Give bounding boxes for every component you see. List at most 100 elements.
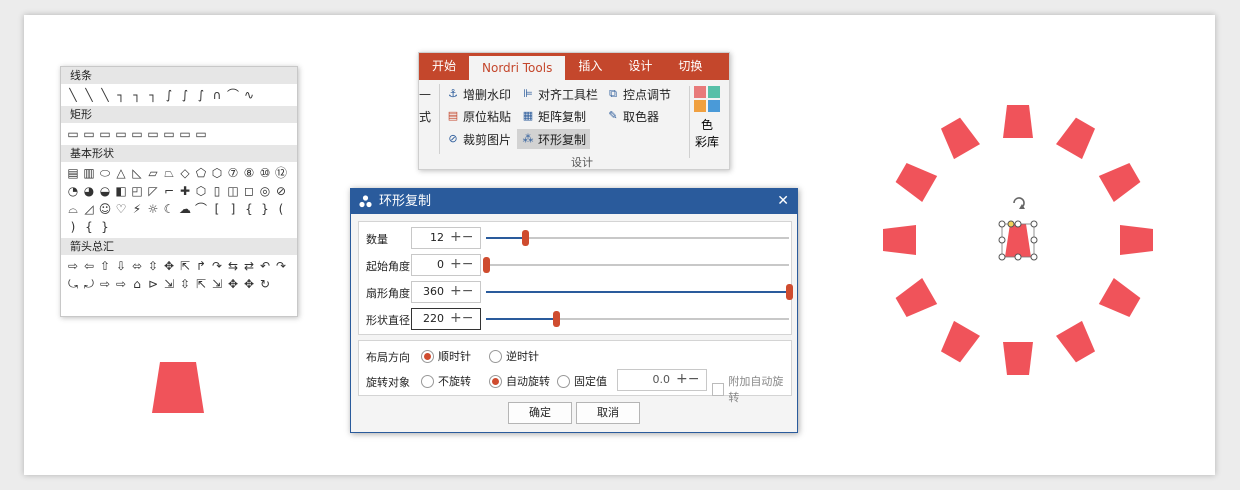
shape-icon[interactable]: ⌒ xyxy=(226,87,240,103)
shape-icon[interactable]: ⊘ xyxy=(274,183,288,199)
shape-icon[interactable]: ✥ xyxy=(162,258,176,274)
shape-icon[interactable]: ∫ xyxy=(194,87,208,103)
shape-icon[interactable]: ☁ xyxy=(178,201,192,217)
shape-icon[interactable]: ⇆ xyxy=(226,258,240,274)
shape-icon[interactable]: ▯ xyxy=(210,183,224,199)
parameter-stepper[interactable]: 0 +− xyxy=(411,254,481,276)
shape-icon[interactable]: ↷ xyxy=(274,258,288,274)
ribbon-tab[interactable]: 切换 xyxy=(665,53,715,80)
parameter-slider[interactable] xyxy=(486,284,793,300)
shape-icon[interactable]: ( xyxy=(274,201,288,217)
parameter-stepper[interactable]: 220 +− xyxy=(411,308,481,330)
ribbon-tab[interactable]: 插入 xyxy=(565,53,615,80)
crop-image-button[interactable]: ⊘ 裁剪图片 xyxy=(446,129,511,149)
shape-icon[interactable]: ╲ xyxy=(66,87,80,103)
ring-trapezoid-shape[interactable] xyxy=(1056,116,1098,160)
shape-icon[interactable]: ◸ xyxy=(146,183,160,199)
shape-icon[interactable]: ▭ xyxy=(66,126,80,142)
shape-icon[interactable]: ◎ xyxy=(258,183,272,199)
shape-icon[interactable]: ⬄ xyxy=(130,258,144,274)
shape-icon[interactable]: ↶ xyxy=(258,258,272,274)
shape-icon[interactable]: [ xyxy=(210,201,224,217)
ring-trapezoid-shape[interactable] xyxy=(894,160,938,202)
plus-minus-icon[interactable]: +− xyxy=(450,255,473,274)
ribbon-partial-item[interactable]: 式 xyxy=(419,106,431,126)
ring-trapezoid-shape[interactable] xyxy=(1056,320,1098,365)
shape-icon[interactable]: ⑧ xyxy=(242,165,256,181)
shape-icon[interactable]: ⇱ xyxy=(178,258,192,274)
ok-button[interactable]: 确定 xyxy=(508,402,572,424)
shape-icon[interactable]: ⇳ xyxy=(146,258,160,274)
shape-icon[interactable]: ⌐ xyxy=(162,183,176,199)
shape-icon[interactable]: ⬡ xyxy=(210,165,224,181)
shape-icon[interactable]: ╲ xyxy=(82,87,96,103)
shape-icon[interactable]: ◕ xyxy=(82,183,96,199)
source-trapezoid-shape[interactable] xyxy=(150,362,206,414)
no-rotate-radio[interactable]: 不旋转 xyxy=(421,373,471,389)
shape-icon[interactable]: ▭ xyxy=(130,126,144,142)
slider-handle[interactable] xyxy=(786,284,793,300)
shape-icon[interactable]: ⑫ xyxy=(274,165,288,181)
shape-icon[interactable]: ┐ xyxy=(146,87,160,103)
shape-icon[interactable]: ◧ xyxy=(114,183,128,199)
shape-icon[interactable]: ◇ xyxy=(178,165,192,181)
shape-icon[interactable]: ⇨ xyxy=(66,258,80,274)
matrix-copy-button[interactable]: ▦ 矩阵复制 xyxy=(521,106,586,126)
shape-icon[interactable]: { xyxy=(82,219,96,235)
shape-icon[interactable]: ▱ xyxy=(146,165,160,181)
shape-icon[interactable]: ⇩ xyxy=(114,258,128,274)
shape-icon[interactable]: ∩ xyxy=(210,87,224,103)
shape-icon[interactable]: ⇨ xyxy=(114,276,128,292)
shape-icon[interactable]: ⑩ xyxy=(258,165,272,181)
selected-center-shape[interactable] xyxy=(998,197,1038,261)
parameter-stepper[interactable]: 12 +− xyxy=(411,227,481,249)
shape-icon[interactable]: ⊳ xyxy=(146,276,160,292)
shape-icon[interactable]: ▭ xyxy=(194,126,208,142)
parameter-stepper[interactable]: 360 +− xyxy=(411,281,481,303)
shape-icon[interactable]: ┐ xyxy=(130,87,144,103)
close-icon[interactable]: ✕ xyxy=(777,189,789,214)
ring-copy-button[interactable]: ⁂ 环形复制 xyxy=(517,129,591,149)
plus-minus-icon[interactable]: +− xyxy=(676,370,699,389)
auto-rotate-radio[interactable]: 自动旋转 xyxy=(489,373,550,389)
shape-icon[interactable]: ┐ xyxy=(114,87,128,103)
clockwise-radio[interactable]: 顺时针 xyxy=(421,348,471,364)
shape-icon[interactable]: ⇲ xyxy=(162,276,176,292)
shape-icon[interactable]: ⌂ xyxy=(130,276,144,292)
shape-icon[interactable]: ⬭ xyxy=(98,165,112,181)
shape-icon[interactable]: } xyxy=(258,201,272,217)
shape-icon[interactable]: ∫ xyxy=(162,87,176,103)
shape-icon[interactable]: ▭ xyxy=(146,126,160,142)
shape-icon[interactable]: ▥ xyxy=(82,165,96,181)
ribbon-tab[interactable]: 开始 xyxy=(419,53,469,80)
fixed-value-stepper[interactable]: 0.0 +− xyxy=(617,369,707,391)
shape-icon[interactable]: ◺ xyxy=(130,165,144,181)
handle-adjust-button[interactable]: ⧉ 控点调节 xyxy=(606,84,671,104)
parameter-slider[interactable] xyxy=(483,257,789,273)
ribbon-tab[interactable]: Nordri Tools xyxy=(469,56,566,80)
shape-icon[interactable]: ∿ xyxy=(242,87,256,103)
shape-icon[interactable]: ⚡ xyxy=(130,201,144,217)
counterclockwise-radio[interactable]: 逆时针 xyxy=(489,348,539,364)
ring-trapezoid-shape[interactable] xyxy=(883,225,916,255)
shape-icon[interactable]: { xyxy=(242,201,256,217)
extra-auto-rotate-checkbox[interactable]: 附加自动旋转 xyxy=(712,373,791,405)
shape-icon[interactable]: ☼ xyxy=(146,201,160,217)
parameter-slider[interactable] xyxy=(486,230,789,246)
shape-icon[interactable]: ⇱ xyxy=(194,276,208,292)
shape-icon[interactable]: ▭ xyxy=(178,126,192,142)
slider-handle[interactable] xyxy=(483,257,490,273)
ribbon-cut-item[interactable]: — xyxy=(419,84,431,104)
shape-icon[interactable]: ▭ xyxy=(162,126,176,142)
ring-trapezoid-shape[interactable] xyxy=(894,278,938,320)
shape-icon[interactable]: ↻ xyxy=(258,276,272,292)
paste-in-place-button[interactable]: ▤ 原位粘贴 xyxy=(446,106,511,126)
shape-icon[interactable]: ⏢ xyxy=(162,165,176,181)
plus-minus-icon[interactable]: +− xyxy=(450,282,473,301)
shape-icon[interactable]: ◔ xyxy=(66,183,80,199)
parameter-slider[interactable] xyxy=(486,311,789,327)
shape-icon[interactable]: ◒ xyxy=(98,183,112,199)
shape-icon[interactable]: ▤ xyxy=(66,165,80,181)
shape-icon[interactable]: ◰ xyxy=(130,183,144,199)
shape-icon[interactable]: ⇳ xyxy=(178,276,192,292)
